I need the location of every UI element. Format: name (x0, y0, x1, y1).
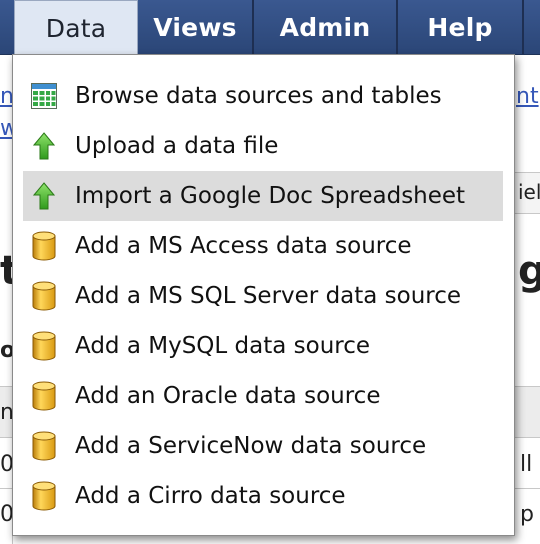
menu-item-browse-data-sources[interactable]: Browse data sources and tables (23, 71, 503, 121)
menu-item-import-google-doc[interactable]: Import a Google Doc Spreadsheet (23, 171, 503, 221)
menu-item-label: Add an Oracle data source (75, 383, 381, 409)
menu-item-label: Add a MySQL data source (75, 333, 371, 359)
upload-arrow-icon (31, 131, 57, 161)
menu-item-add-mysql[interactable]: Add a MySQL data source (23, 321, 503, 371)
database-cylinder-icon (31, 231, 57, 261)
database-cylinder-icon (31, 281, 57, 311)
menu-item-add-ms-sql-server[interactable]: Add a MS SQL Server data source (23, 271, 503, 321)
background-link[interactable]: nt (516, 84, 539, 109)
background-heading: g (518, 248, 540, 294)
table-cell: p (520, 502, 534, 527)
menu-item-label: Add a MS SQL Server data source (75, 283, 462, 309)
menu-item-label: Import a Google Doc Spreadsheet (75, 183, 466, 209)
menu-item-label: Browse data sources and tables (75, 83, 442, 109)
menu-item-add-oracle[interactable]: Add an Oracle data source (23, 371, 503, 421)
tab-help[interactable]: Help (398, 0, 524, 54)
tab-views[interactable]: Views (138, 0, 254, 54)
background-input-text: iel (518, 180, 540, 204)
table-cell: ll (520, 452, 533, 477)
menu-item-add-cirro[interactable]: Add a Cirro data source (23, 471, 503, 521)
menu-item-label: Add a ServiceNow data source (75, 433, 427, 459)
tab-data[interactable]: Data (14, 0, 138, 55)
upload-arrow-icon (31, 181, 57, 211)
database-cylinder-icon (31, 331, 57, 361)
menu-item-label: Add a Cirro data source (75, 483, 346, 509)
database-cylinder-icon (31, 381, 57, 411)
menu-item-upload-data-file[interactable]: Upload a data file (23, 121, 503, 171)
database-cylinder-icon (31, 431, 57, 461)
database-cylinder-icon (31, 481, 57, 511)
menu-item-label: Add a MS Access data source (75, 233, 412, 259)
data-dropdown-menu: Browse data sources and tables Upload a … (12, 54, 515, 536)
menu-item-add-ms-access[interactable]: Add a MS Access data source (23, 221, 503, 271)
table-grid-icon (31, 81, 57, 111)
menu-item-label: Upload a data file (75, 133, 279, 159)
menu-item-add-servicenow[interactable]: Add a ServiceNow data source (23, 421, 503, 471)
tab-admin[interactable]: Admin (254, 0, 398, 54)
top-nav-bar: Data Views Admin Help (0, 0, 540, 55)
